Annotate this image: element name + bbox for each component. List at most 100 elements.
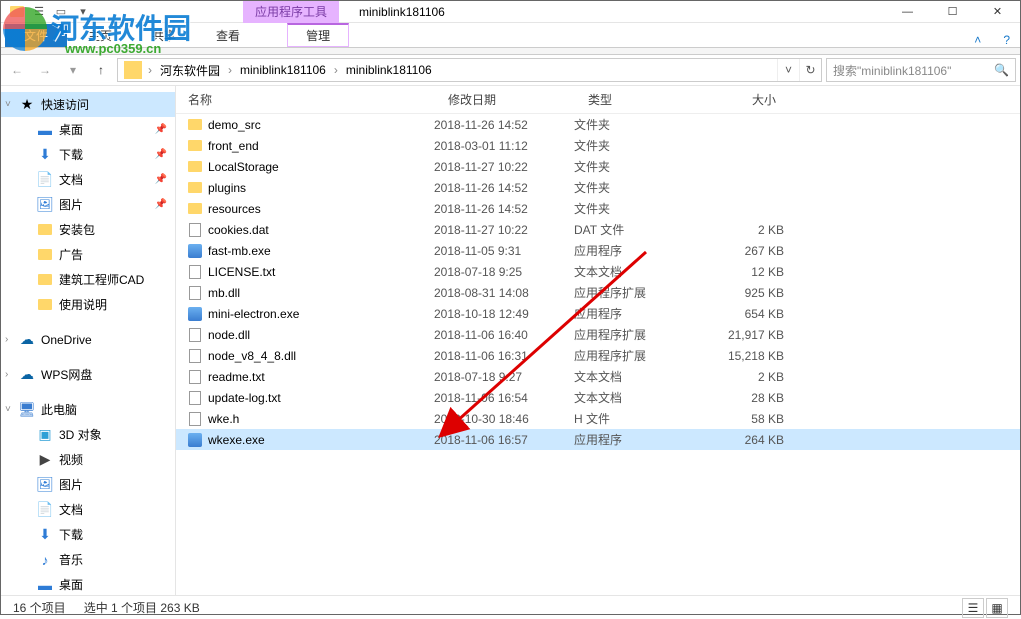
file-icon [186, 137, 204, 155]
chevron-right-icon[interactable]: › [332, 63, 340, 77]
table-row[interactable]: demo_src2018-11-26 14:52文件夹 [176, 114, 1020, 135]
breadcrumb-seg[interactable]: miniblink181106 [234, 59, 332, 81]
history-dropdown-icon[interactable]: ˅ [777, 59, 799, 81]
file-date: 2018-11-06 16:40 [434, 328, 574, 342]
table-row[interactable]: mini-electron.exe2018-10-18 12:49应用程序654… [176, 303, 1020, 324]
file-name: LocalStorage [208, 160, 434, 174]
search-input[interactable]: 搜索"miniblink181106" 🔍 [826, 58, 1016, 82]
sidebar-usage[interactable]: 使用说明 [1, 292, 175, 317]
refresh-icon[interactable]: ↻ [799, 59, 821, 81]
tab-file[interactable]: 文件 [5, 24, 67, 47]
column-headers[interactable]: 名称 修改日期 类型 大小 [176, 86, 1020, 114]
file-name: LICENSE.txt [208, 265, 434, 279]
col-name[interactable]: 名称 [176, 91, 436, 108]
properties-icon[interactable]: ☰ [29, 3, 49, 21]
breadcrumb[interactable]: › 河东软件园 › miniblink181106 › miniblink181… [117, 58, 822, 82]
search-icon[interactable]: 🔍 [994, 63, 1009, 77]
file-date: 2018-10-30 18:46 [434, 412, 574, 426]
file-icon [186, 389, 204, 407]
recent-dropdown[interactable]: ▾ [61, 58, 85, 82]
sidebar-documents[interactable]: 📄文档📌 [1, 167, 175, 192]
table-row[interactable]: cookies.dat2018-11-27 10:22DAT 文件2 KB [176, 219, 1020, 240]
breadcrumb-seg[interactable]: 河东软件园 [154, 59, 226, 81]
file-type: 文本文档 [574, 368, 694, 385]
folder-icon [124, 61, 142, 79]
table-row[interactable]: front_end2018-03-01 11:12文件夹 [176, 135, 1020, 156]
sidebar-ads[interactable]: 广告 [1, 242, 175, 267]
tab-view[interactable]: 查看 [197, 24, 259, 47]
file-icon [186, 410, 204, 428]
file-name: front_end [208, 139, 434, 153]
table-row[interactable]: node.dll2018-11-06 16:40应用程序扩展21,917 KB [176, 324, 1020, 345]
pin-icon: 📌 [155, 149, 167, 160]
forward-button[interactable]: → [33, 58, 57, 82]
chevron-right-icon[interactable]: › [226, 63, 234, 77]
table-row[interactable]: wkexe.exe2018-11-06 16:57应用程序264 KB [176, 429, 1020, 450]
file-name: node_v8_4_8.dll [208, 349, 434, 363]
file-icon [186, 284, 204, 302]
table-row[interactable]: LICENSE.txt2018-07-18 9:25文本文档12 KB [176, 261, 1020, 282]
tab-manage[interactable]: 管理 [287, 23, 349, 47]
sidebar-downloads2[interactable]: ⬇下载 [1, 522, 175, 547]
file-size: 28 KB [694, 391, 784, 405]
pin-icon: 📌 [155, 174, 167, 185]
sidebar-documents2[interactable]: 📄文档 [1, 497, 175, 522]
sidebar-desktop[interactable]: ▬桌面📌 [1, 117, 175, 142]
sidebar-music[interactable]: ♪音乐 [1, 547, 175, 572]
col-date[interactable]: 修改日期 [436, 91, 576, 108]
sidebar-3d[interactable]: ▣3D 对象 [1, 422, 175, 447]
pin-icon: 📌 [155, 124, 167, 135]
sidebar-downloads[interactable]: ⬇下载📌 [1, 142, 175, 167]
table-row[interactable]: wke.h2018-10-30 18:46H 文件58 KB [176, 408, 1020, 429]
file-icon [186, 368, 204, 386]
chevron-right-icon[interactable]: › [146, 63, 154, 77]
table-row[interactable]: resources2018-11-26 14:52文件夹 [176, 198, 1020, 219]
table-row[interactable]: LocalStorage2018-11-27 10:22文件夹 [176, 156, 1020, 177]
back-button[interactable]: ← [5, 58, 29, 82]
file-type: 文件夹 [574, 200, 694, 217]
new-folder-icon[interactable]: ▭ [51, 3, 71, 21]
search-placeholder: 搜索"miniblink181106" [833, 62, 951, 79]
file-date: 2018-11-05 9:31 [434, 244, 574, 258]
sidebar-cad[interactable]: 建筑工程师CAD [1, 267, 175, 292]
tab-home[interactable]: 主页 [69, 24, 131, 47]
ribbon-toggle-icon[interactable]: ˄ [964, 33, 991, 47]
status-count: 16 个项目 [13, 599, 66, 616]
table-row[interactable]: mb.dll2018-08-31 14:08应用程序扩展925 KB [176, 282, 1020, 303]
help-icon[interactable]: ? [993, 33, 1020, 47]
navigation-pane: ˅★快速访问 ▬桌面📌 ⬇下载📌 📄文档📌 🖼图片📌 安装包 广告 建筑工程师C… [1, 86, 176, 595]
table-row[interactable]: node_v8_4_8.dll2018-11-06 16:31应用程序扩展15,… [176, 345, 1020, 366]
sidebar-onedrive[interactable]: ›☁OneDrive [1, 327, 175, 352]
close-button[interactable]: ✕ [975, 1, 1020, 23]
sidebar-pictures2[interactable]: 🖼图片 [1, 472, 175, 497]
file-date: 2018-10-18 12:49 [434, 307, 574, 321]
qat-dropdown-icon[interactable]: ▾ [73, 3, 93, 21]
sidebar-pictures[interactable]: 🖼图片📌 [1, 192, 175, 217]
up-button[interactable]: ↑ [89, 58, 113, 82]
contextual-tab-label: 应用程序工具 [243, 1, 339, 23]
sidebar-quick-access[interactable]: ˅★快速访问 [1, 92, 175, 117]
file-date: 2018-11-06 16:57 [434, 433, 574, 447]
file-type: 文本文档 [574, 263, 694, 280]
col-size[interactable]: 大小 [696, 91, 796, 108]
app-icon[interactable] [7, 3, 27, 21]
file-name: wke.h [208, 412, 434, 426]
sidebar-desktop2[interactable]: ▬桌面 [1, 572, 175, 595]
col-type[interactable]: 类型 [576, 91, 696, 108]
table-row[interactable]: readme.txt2018-07-18 9:27文本文档2 KB [176, 366, 1020, 387]
sidebar-videos[interactable]: ▶视频 [1, 447, 175, 472]
table-row[interactable]: update-log.txt2018-11-06 16:54文本文档28 KB [176, 387, 1020, 408]
minimize-button[interactable]: ― [885, 1, 930, 23]
file-name: node.dll [208, 328, 434, 342]
table-row[interactable]: fast-mb.exe2018-11-05 9:31应用程序267 KB [176, 240, 1020, 261]
file-date: 2018-08-31 14:08 [434, 286, 574, 300]
file-type: 应用程序 [574, 431, 694, 448]
table-row[interactable]: plugins2018-11-26 14:52文件夹 [176, 177, 1020, 198]
breadcrumb-seg[interactable]: miniblink181106 [340, 59, 438, 81]
sidebar-thispc[interactable]: ˅🖥此电脑 [1, 397, 175, 422]
sidebar-wps[interactable]: ›☁WPS网盘 [1, 362, 175, 387]
maximize-button[interactable]: ☐ [930, 1, 975, 23]
sidebar-install[interactable]: 安装包 [1, 217, 175, 242]
file-type: H 文件 [574, 410, 694, 427]
tab-share[interactable]: 共享 [133, 24, 195, 47]
